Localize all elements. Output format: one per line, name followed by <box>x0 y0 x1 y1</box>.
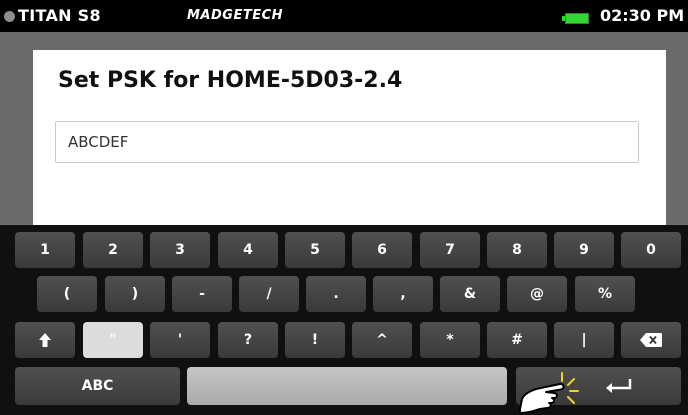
key-apostrophe[interactable]: ' <box>150 322 210 358</box>
key-4[interactable]: 4 <box>218 232 278 268</box>
key-0[interactable]: 0 <box>621 232 681 268</box>
key-hyphen[interactable]: - <box>172 276 232 312</box>
status-indicator-icon <box>4 11 15 22</box>
key-caret[interactable]: ^ <box>352 322 412 358</box>
key-2[interactable]: 2 <box>83 232 143 268</box>
key-hash[interactable]: # <box>487 322 547 358</box>
dialog-title: Set PSK for HOME-5D03-2.4 <box>58 68 403 93</box>
key-asterisk[interactable]: * <box>420 322 480 358</box>
key-open-paren[interactable]: ( <box>37 276 97 312</box>
key-double-quote[interactable]: " <box>83 322 143 358</box>
psk-dialog: Set PSK for HOME-5D03-2.4 <box>33 50 666 235</box>
space-key[interactable] <box>187 367 507 405</box>
key-slash[interactable]: / <box>239 276 299 312</box>
on-screen-keyboard: 1 2 3 4 5 6 7 8 9 0 ( ) - / . , & @ % " … <box>0 225 688 415</box>
psk-input[interactable] <box>55 121 639 163</box>
abc-mode-key[interactable]: ABC <box>15 367 180 405</box>
battery-icon <box>562 13 589 24</box>
key-exclamation[interactable]: ! <box>285 322 345 358</box>
key-6[interactable]: 6 <box>352 232 412 268</box>
enter-arrow-icon <box>605 379 631 393</box>
device-name: TITAN S8 <box>18 6 101 25</box>
key-9[interactable]: 9 <box>554 232 614 268</box>
key-7[interactable]: 7 <box>420 232 480 268</box>
key-5[interactable]: 5 <box>285 232 345 268</box>
backspace-icon <box>640 333 662 347</box>
key-period[interactable]: . <box>306 276 366 312</box>
key-8[interactable]: 8 <box>487 232 547 268</box>
status-bar: TITAN S8 MADGETECH 02:30 PM <box>0 0 688 32</box>
key-ampersand[interactable]: & <box>440 276 500 312</box>
key-at[interactable]: @ <box>507 276 567 312</box>
brand-logo: MADGETECH <box>187 8 284 23</box>
key-comma[interactable]: , <box>373 276 433 312</box>
key-percent[interactable]: % <box>575 276 635 312</box>
key-close-paren[interactable]: ) <box>105 276 165 312</box>
key-pipe[interactable]: | <box>554 322 614 358</box>
backspace-key[interactable] <box>621 322 681 358</box>
key-question[interactable]: ? <box>218 322 278 358</box>
shift-key[interactable] <box>15 322 75 358</box>
hand-pointer-icon <box>519 372 579 414</box>
key-3[interactable]: 3 <box>150 232 210 268</box>
key-1[interactable]: 1 <box>15 232 75 268</box>
clock: 02:30 PM <box>600 6 685 25</box>
shift-arrow-icon <box>39 333 51 347</box>
